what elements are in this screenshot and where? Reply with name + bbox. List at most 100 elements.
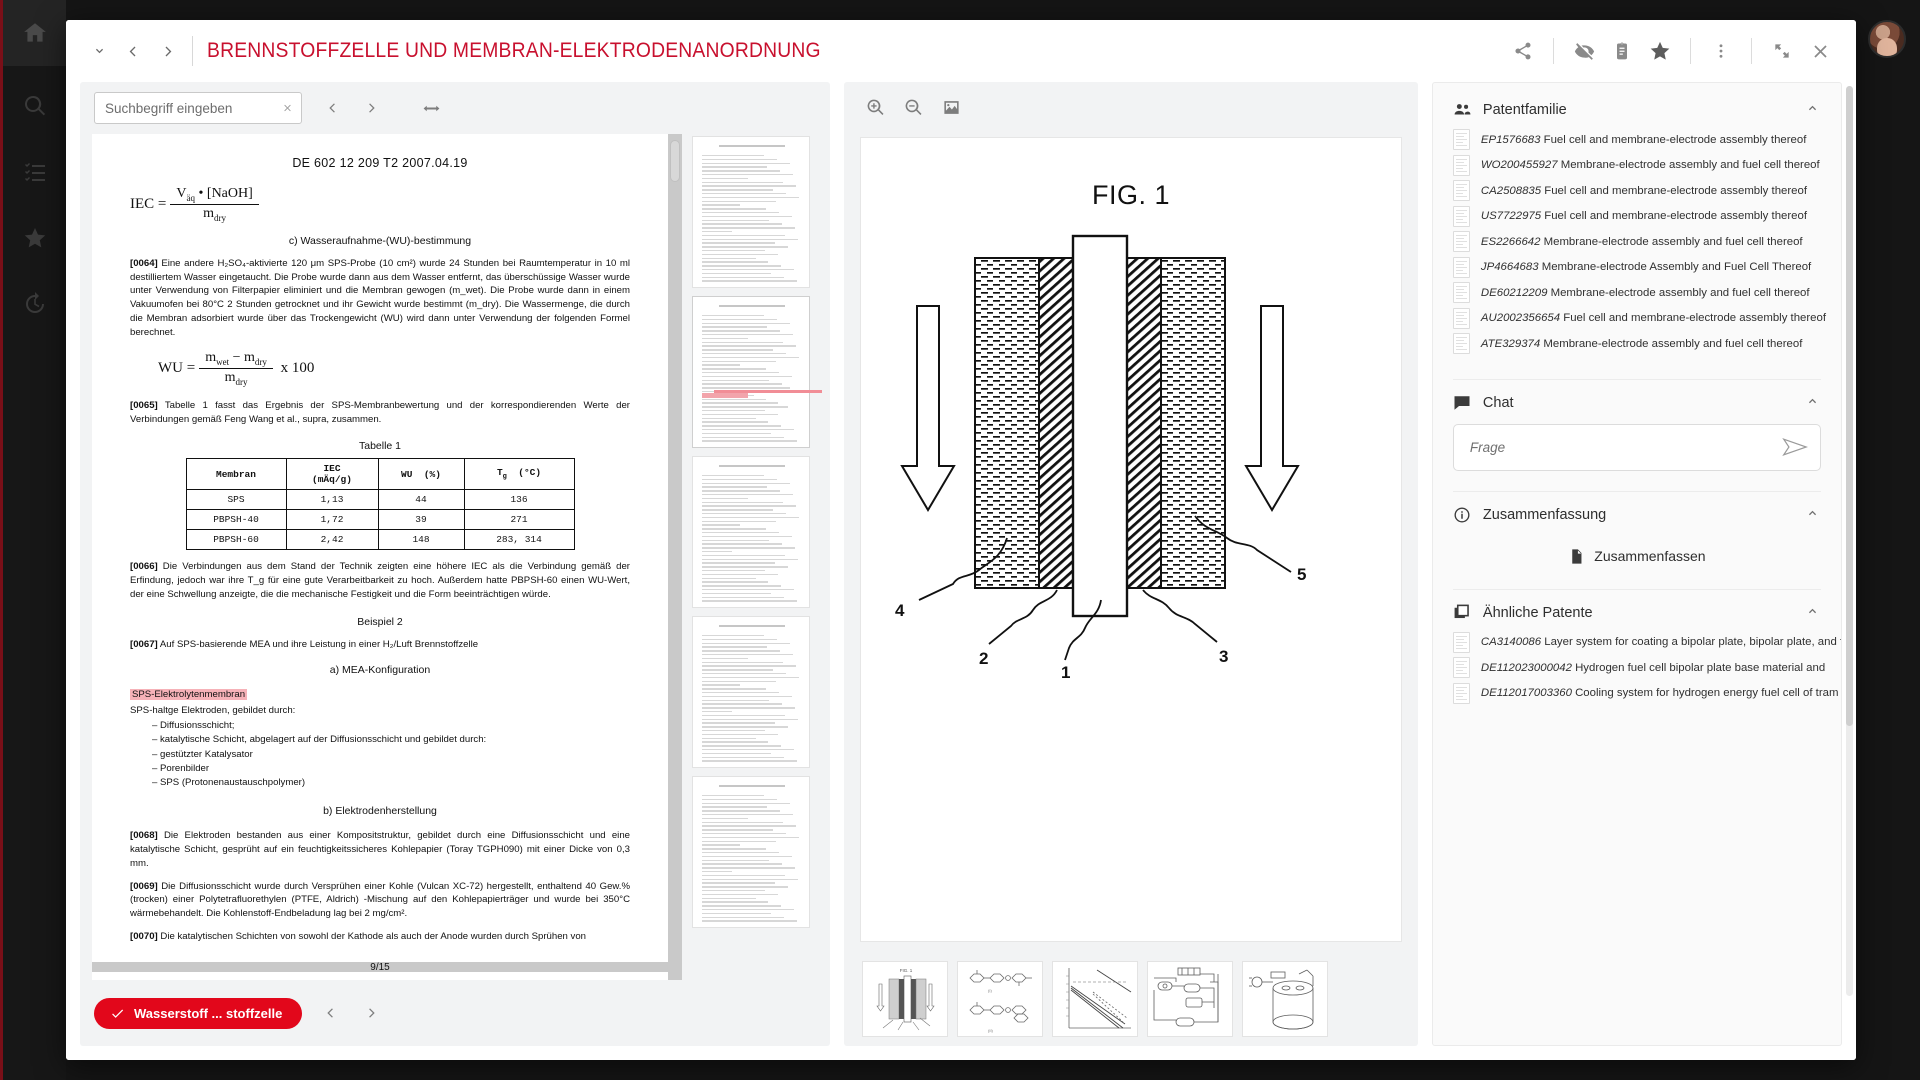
term-next-button[interactable] bbox=[354, 996, 388, 1030]
figure-viewport[interactable]: FIG. 1 4 2 1 3 5 bbox=[860, 137, 1402, 942]
more-options-button[interactable] bbox=[1703, 33, 1739, 69]
page-thumbnail[interactable] bbox=[692, 616, 810, 768]
avatar[interactable] bbox=[1868, 20, 1906, 58]
sidebar-item-favorites[interactable] bbox=[3, 212, 66, 264]
table-row: PBPSH-40 1,72 39 271 bbox=[185, 509, 575, 531]
similar-patents-header: Ähnliche Patente bbox=[1453, 602, 1821, 624]
thumb-text-line bbox=[702, 871, 732, 873]
page-thumbnail[interactable] bbox=[692, 136, 810, 288]
paragraph-number: [0066] bbox=[130, 561, 158, 573]
thumb-text-line bbox=[702, 387, 790, 389]
clear-search-icon[interactable] bbox=[282, 102, 293, 114]
page-thumbnail-rail[interactable] bbox=[692, 134, 822, 980]
figure-thumb-2[interactable]: (I) (II) bbox=[957, 960, 1044, 1037]
patent-id: US7722975 bbox=[1480, 210, 1542, 223]
sidebar-item-search[interactable] bbox=[3, 80, 66, 132]
star-icon bbox=[24, 228, 45, 248]
chevron-up-icon bbox=[1808, 510, 1817, 515]
image-mode-button[interactable] bbox=[934, 91, 968, 125]
document-icon bbox=[1452, 205, 1470, 227]
thumb-text-line bbox=[702, 874, 785, 877]
thumb-text-line bbox=[702, 844, 740, 846]
favorite-button[interactable] bbox=[1642, 33, 1678, 69]
list-item[interactable]: DE60212209 Membrane-electrode assembly a… bbox=[1452, 280, 1821, 306]
thumb-text-line bbox=[702, 375, 792, 378]
figure-thumb-1[interactable]: FIG. 1 bbox=[862, 960, 949, 1037]
patent-entry: AU2002356654 Fuel cell and membrane-elec… bbox=[1481, 312, 1826, 324]
fit-width-button[interactable] bbox=[414, 91, 448, 125]
viewer-scrollbar-thumb[interactable] bbox=[1846, 86, 1853, 726]
divider bbox=[1751, 38, 1752, 64]
list-item[interactable]: US7722975 Fuel cell and membrane-electro… bbox=[1452, 204, 1821, 230]
fit-width-icon bbox=[423, 105, 439, 111]
viewer-scrollbar[interactable] bbox=[1846, 86, 1853, 996]
next-document-button[interactable] bbox=[150, 34, 184, 68]
search-term-chip[interactable]: Wasserstoff ... stoffzelle bbox=[94, 997, 303, 1029]
term-prev-button[interactable] bbox=[314, 996, 348, 1030]
chevron-left-icon bbox=[329, 103, 335, 113]
search-next-button[interactable] bbox=[354, 91, 388, 125]
list-item[interactable]: ES2266642 Membrane-electrode assembly an… bbox=[1452, 229, 1821, 255]
patent-id: EP1576683 bbox=[1480, 133, 1541, 146]
patent-family-collapse[interactable] bbox=[1804, 99, 1821, 121]
sidebar-item-home[interactable] bbox=[3, 0, 66, 66]
search-prev-button[interactable] bbox=[316, 91, 350, 125]
list-item[interactable]: EP1576683 Fuel cell and membrane-electro… bbox=[1452, 127, 1821, 153]
sidebar-item-history[interactable] bbox=[3, 278, 66, 330]
list-item[interactable]: AU2002356654 Fuel cell and membrane-elec… bbox=[1452, 306, 1826, 332]
chat-input-wrap[interactable] bbox=[1452, 423, 1821, 471]
chat-input[interactable] bbox=[1469, 439, 1782, 455]
list-item[interactable]: DE112023000042 Hydrogen fuel cell bipola… bbox=[1452, 655, 1825, 681]
figure-thumb-4[interactable] bbox=[1147, 960, 1234, 1037]
list-item[interactable]: CA3140086 Layer system for coating a bip… bbox=[1452, 630, 1841, 656]
thumb-text-line bbox=[702, 596, 784, 598]
sidebar-item-lists[interactable] bbox=[3, 146, 66, 198]
chat-title: Chat bbox=[1482, 394, 1514, 411]
patent-title: Cooling system for hydrogen energy fuel … bbox=[1575, 687, 1839, 700]
page-scrollbar[interactable] bbox=[668, 134, 682, 980]
svg-text:(I): (I) bbox=[988, 988, 992, 993]
thumb-text-line bbox=[702, 242, 775, 244]
page-scrollbar-thumb[interactable] bbox=[670, 140, 680, 182]
figure-thumb-5[interactable] bbox=[1242, 960, 1329, 1037]
close-button[interactable] bbox=[1802, 33, 1838, 69]
dropdown-toggle[interactable] bbox=[82, 34, 116, 68]
table-cell: 148 bbox=[377, 529, 465, 551]
send-button[interactable] bbox=[1782, 437, 1808, 457]
page-thumbnail[interactable] bbox=[692, 456, 810, 608]
figure-thumbnail-strip[interactable]: FIG. 1 (I) (II) bbox=[844, 952, 1418, 1046]
page-thumbnail[interactable] bbox=[692, 296, 810, 448]
thumb-text-line bbox=[702, 341, 783, 343]
list-item[interactable]: WO200455927 Membrane-electrode assembly … bbox=[1452, 153, 1821, 179]
list-item[interactable]: ATE329374 Membrane-electrode assembly an… bbox=[1452, 331, 1821, 357]
summary-collapse[interactable] bbox=[1804, 504, 1821, 526]
chat-collapse[interactable] bbox=[1804, 392, 1821, 414]
zoom-out-button[interactable] bbox=[896, 91, 930, 125]
figure-thumb-3[interactable] bbox=[1052, 960, 1139, 1037]
hide-button[interactable] bbox=[1566, 33, 1602, 69]
thumb-text-line bbox=[702, 402, 778, 404]
zoom-in-button[interactable] bbox=[858, 91, 892, 125]
prev-document-button[interactable] bbox=[116, 34, 150, 68]
list-item[interactable]: JP4664683 Membrane-electrode Assembly an… bbox=[1452, 255, 1821, 281]
notes-button[interactable] bbox=[1604, 33, 1640, 69]
search-input[interactable] bbox=[105, 100, 282, 116]
page-scroll-area[interactable]: DE 602 12 209 T2 2007.04.19 IEC = Väq • … bbox=[92, 134, 682, 980]
thumb-text-line bbox=[702, 185, 796, 187]
thumb-text-line bbox=[702, 558, 798, 560]
list-item[interactable]: DE112017003360 Cooling system for hydrog… bbox=[1452, 681, 1838, 707]
page-thumbnail[interactable] bbox=[692, 776, 810, 928]
chevron-up-icon bbox=[1808, 398, 1817, 403]
similar-patents-collapse[interactable] bbox=[1804, 602, 1821, 624]
fullscreen-button[interactable] bbox=[1764, 33, 1800, 69]
list-item[interactable]: CA2508835 Fuel cell and membrane-electro… bbox=[1452, 178, 1821, 204]
share-button[interactable] bbox=[1505, 33, 1541, 69]
check-icon bbox=[112, 1009, 124, 1018]
thumb-text-line bbox=[702, 193, 786, 195]
thumb-text-line bbox=[702, 368, 766, 370]
search-box[interactable] bbox=[94, 92, 302, 124]
document-icon bbox=[1452, 657, 1470, 679]
thumb-text-line bbox=[702, 196, 799, 199]
summarize-button[interactable]: Zusammenfassen bbox=[1568, 548, 1706, 565]
thumb-title-line bbox=[719, 145, 785, 148]
